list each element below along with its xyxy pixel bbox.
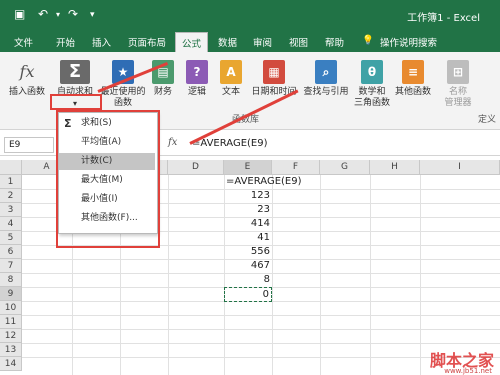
magnifier-icon: ⌕ bbox=[315, 60, 337, 84]
recently-used-button[interactable]: ★ 最近使用的 函数 bbox=[100, 60, 146, 109]
cell-e8[interactable]: 8 bbox=[224, 273, 270, 287]
formula-input[interactable]: =AVERAGE(E9) bbox=[192, 138, 268, 149]
row-header[interactable]: 10 bbox=[0, 301, 22, 315]
tab-help[interactable]: 帮助 bbox=[325, 35, 344, 49]
gridline bbox=[168, 175, 169, 375]
logical-button[interactable]: ? 逻辑 bbox=[182, 60, 212, 98]
row-header[interactable]: 6 bbox=[0, 245, 22, 259]
row-header[interactable]: 13 bbox=[0, 343, 22, 357]
math-trig-button[interactable]: θ 数学和 三角函数 bbox=[352, 60, 392, 109]
row-header[interactable]: 3 bbox=[0, 203, 22, 217]
cell-e4[interactable]: 414 bbox=[224, 217, 270, 231]
column-header[interactable]: G bbox=[320, 160, 370, 175]
cell-e3[interactable]: 23 bbox=[224, 203, 270, 217]
column-header[interactable]: H bbox=[370, 160, 420, 175]
gridline bbox=[22, 357, 500, 358]
title-bar: ▣ ↶ ▾ ↷ ▾ 工作簿1 - Excel bbox=[0, 0, 500, 30]
column-header[interactable]: D bbox=[168, 160, 224, 175]
question-icon: ? bbox=[186, 60, 208, 84]
defined-names-label: 定义 bbox=[478, 115, 497, 125]
gridline bbox=[22, 329, 500, 330]
sigma-icon: Σ bbox=[60, 60, 90, 84]
calendar-icon: ▦ bbox=[263, 60, 285, 84]
text-a-icon: A bbox=[220, 60, 242, 84]
lookup-button[interactable]: ⌕ 查找与引用 bbox=[300, 60, 352, 98]
window-title: 工作簿1 - Excel bbox=[407, 13, 480, 24]
row-header[interactable]: 12 bbox=[0, 329, 22, 343]
dropdown-highlight bbox=[56, 110, 160, 248]
insert-function-button[interactable]: fx 插入函数 bbox=[6, 60, 48, 98]
row-header[interactable]: 14 bbox=[0, 357, 22, 371]
name-tag-icon: ⊞ bbox=[447, 60, 469, 84]
customize-qat-icon[interactable]: ▾ bbox=[90, 10, 95, 20]
row-header[interactable]: 2 bbox=[0, 189, 22, 203]
row-header[interactable]: 5 bbox=[0, 231, 22, 245]
cell-e1[interactable]: =AVERAGE(E9) bbox=[226, 175, 302, 189]
column-header[interactable]: E bbox=[224, 160, 272, 175]
theta-icon: θ bbox=[361, 60, 383, 84]
undo-dropdown-icon[interactable]: ▾ bbox=[56, 10, 60, 19]
column-header[interactable]: I bbox=[420, 160, 500, 175]
tab-home[interactable]: 开始 bbox=[56, 35, 75, 49]
undo-icon[interactable]: ↶ bbox=[38, 7, 48, 21]
row-header[interactable]: 8 bbox=[0, 273, 22, 287]
tab-page-layout[interactable]: 页面布局 bbox=[128, 35, 166, 49]
tab-formulas[interactable]: 公式 bbox=[175, 32, 209, 52]
select-all-corner[interactable] bbox=[0, 160, 22, 175]
tab-insert[interactable]: 插入 bbox=[92, 35, 111, 49]
tab-data[interactable]: 数据 bbox=[218, 35, 237, 49]
tab-review[interactable]: 审阅 bbox=[253, 35, 272, 49]
text-button[interactable]: A 文本 bbox=[216, 60, 246, 98]
gridline bbox=[272, 175, 273, 375]
row-header[interactable]: 1 bbox=[0, 175, 22, 189]
lightbulb-icon: 💡 bbox=[362, 35, 374, 46]
save-icon[interactable]: ▣ bbox=[14, 7, 25, 21]
column-header[interactable]: F bbox=[272, 160, 320, 175]
more-functions-button[interactable]: ≡ 其他函数 bbox=[392, 60, 434, 98]
row-header[interactable]: 4 bbox=[0, 217, 22, 231]
name-box[interactable]: E9 bbox=[4, 137, 54, 153]
gridline bbox=[22, 343, 500, 344]
cell-e2[interactable]: 123 bbox=[224, 189, 270, 203]
cell-e7[interactable]: 467 bbox=[224, 259, 270, 273]
cell-e9-selected[interactable]: 0 bbox=[224, 287, 272, 302]
row-header[interactable]: 11 bbox=[0, 315, 22, 329]
more-functions-icon: ≡ bbox=[402, 60, 424, 84]
tab-file[interactable]: 文件 bbox=[14, 35, 33, 49]
gridline bbox=[370, 175, 371, 375]
cell-e5[interactable]: 41 bbox=[224, 231, 270, 245]
fx-icon[interactable]: fx bbox=[168, 137, 188, 148]
name-manager-button[interactable]: ⊞ 名称 管理器 bbox=[440, 60, 476, 109]
gridline bbox=[22, 315, 500, 316]
tell-me-search[interactable]: 操作说明搜索 bbox=[380, 35, 437, 49]
fx-icon: fx bbox=[19, 62, 35, 81]
autosum-highlight bbox=[50, 94, 102, 110]
watermark-url: www.jb51.net bbox=[444, 367, 492, 375]
gridline bbox=[420, 175, 421, 375]
gridline bbox=[320, 175, 321, 375]
cell-e6[interactable]: 556 bbox=[224, 245, 270, 259]
redo-icon[interactable]: ↷ bbox=[68, 7, 78, 21]
ribbon-tabs: 文件 开始 插入 页面布局 公式 数据 审阅 视图 帮助 💡 操作说明搜索 bbox=[0, 30, 500, 52]
tab-view[interactable]: 视图 bbox=[289, 35, 308, 49]
row-header[interactable]: 9 bbox=[0, 287, 22, 301]
row-header[interactable]: 7 bbox=[0, 259, 22, 273]
